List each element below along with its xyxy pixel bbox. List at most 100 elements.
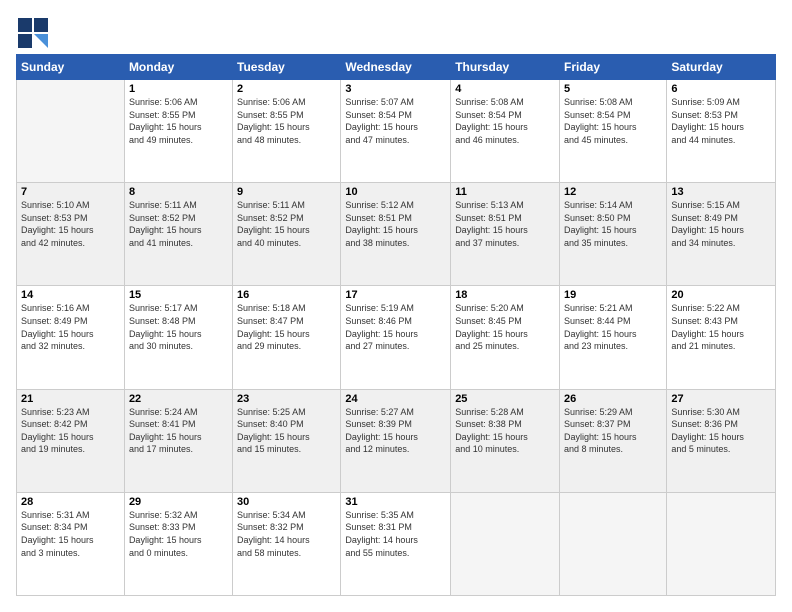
day-number: 29 — [129, 496, 228, 508]
calendar-day-cell: 8Sunrise: 5:11 AM Sunset: 8:52 PM Daylig… — [124, 183, 232, 286]
calendar-day-cell — [17, 80, 125, 183]
day-info: Sunrise: 5:16 AM Sunset: 8:49 PM Dayligh… — [21, 302, 120, 352]
day-info: Sunrise: 5:22 AM Sunset: 8:43 PM Dayligh… — [671, 302, 771, 352]
calendar-day-cell: 27Sunrise: 5:30 AM Sunset: 8:36 PM Dayli… — [667, 389, 776, 492]
day-number: 14 — [21, 289, 120, 301]
calendar-day-cell: 4Sunrise: 5:08 AM Sunset: 8:54 PM Daylig… — [451, 80, 560, 183]
day-number: 10 — [345, 186, 446, 198]
day-number: 31 — [345, 496, 446, 508]
calendar-day-cell: 24Sunrise: 5:27 AM Sunset: 8:39 PM Dayli… — [341, 389, 451, 492]
day-number: 19 — [564, 289, 662, 301]
day-number: 8 — [129, 186, 228, 198]
calendar-day-cell: 22Sunrise: 5:24 AM Sunset: 8:41 PM Dayli… — [124, 389, 232, 492]
weekday-header: Tuesday — [233, 55, 341, 80]
calendar-day-cell: 30Sunrise: 5:34 AM Sunset: 8:32 PM Dayli… — [233, 492, 341, 595]
calendar-day-cell: 17Sunrise: 5:19 AM Sunset: 8:46 PM Dayli… — [341, 286, 451, 389]
calendar-day-cell: 9Sunrise: 5:11 AM Sunset: 8:52 PM Daylig… — [233, 183, 341, 286]
calendar-week-row: 28Sunrise: 5:31 AM Sunset: 8:34 PM Dayli… — [17, 492, 776, 595]
day-info: Sunrise: 5:30 AM Sunset: 8:36 PM Dayligh… — [671, 406, 771, 456]
day-number: 5 — [564, 83, 662, 95]
logo-icon — [16, 16, 44, 44]
day-info: Sunrise: 5:27 AM Sunset: 8:39 PM Dayligh… — [345, 406, 446, 456]
day-info: Sunrise: 5:08 AM Sunset: 8:54 PM Dayligh… — [564, 96, 662, 146]
calendar-day-cell: 29Sunrise: 5:32 AM Sunset: 8:33 PM Dayli… — [124, 492, 232, 595]
weekday-header: Saturday — [667, 55, 776, 80]
weekday-header: Wednesday — [341, 55, 451, 80]
calendar-day-cell: 13Sunrise: 5:15 AM Sunset: 8:49 PM Dayli… — [667, 183, 776, 286]
day-info: Sunrise: 5:12 AM Sunset: 8:51 PM Dayligh… — [345, 199, 446, 249]
weekday-header: Sunday — [17, 55, 125, 80]
day-number: 24 — [345, 393, 446, 405]
calendar-day-cell — [560, 492, 667, 595]
day-number: 4 — [455, 83, 555, 95]
calendar-day-cell: 31Sunrise: 5:35 AM Sunset: 8:31 PM Dayli… — [341, 492, 451, 595]
day-info: Sunrise: 5:25 AM Sunset: 8:40 PM Dayligh… — [237, 406, 336, 456]
day-number: 26 — [564, 393, 662, 405]
calendar-day-cell: 7Sunrise: 5:10 AM Sunset: 8:53 PM Daylig… — [17, 183, 125, 286]
logo — [16, 16, 46, 44]
day-number: 18 — [455, 289, 555, 301]
calendar-week-row: 7Sunrise: 5:10 AM Sunset: 8:53 PM Daylig… — [17, 183, 776, 286]
day-info: Sunrise: 5:17 AM Sunset: 8:48 PM Dayligh… — [129, 302, 228, 352]
calendar-day-cell: 14Sunrise: 5:16 AM Sunset: 8:49 PM Dayli… — [17, 286, 125, 389]
calendar-day-cell: 25Sunrise: 5:28 AM Sunset: 8:38 PM Dayli… — [451, 389, 560, 492]
day-number: 11 — [455, 186, 555, 198]
day-number: 27 — [671, 393, 771, 405]
calendar-day-cell: 28Sunrise: 5:31 AM Sunset: 8:34 PM Dayli… — [17, 492, 125, 595]
calendar-day-cell: 23Sunrise: 5:25 AM Sunset: 8:40 PM Dayli… — [233, 389, 341, 492]
day-info: Sunrise: 5:15 AM Sunset: 8:49 PM Dayligh… — [671, 199, 771, 249]
day-number: 7 — [21, 186, 120, 198]
calendar-day-cell: 20Sunrise: 5:22 AM Sunset: 8:43 PM Dayli… — [667, 286, 776, 389]
day-info: Sunrise: 5:28 AM Sunset: 8:38 PM Dayligh… — [455, 406, 555, 456]
day-info: Sunrise: 5:09 AM Sunset: 8:53 PM Dayligh… — [671, 96, 771, 146]
day-number: 13 — [671, 186, 771, 198]
calendar-day-cell: 10Sunrise: 5:12 AM Sunset: 8:51 PM Dayli… — [341, 183, 451, 286]
day-info: Sunrise: 5:10 AM Sunset: 8:53 PM Dayligh… — [21, 199, 120, 249]
day-number: 6 — [671, 83, 771, 95]
page: SundayMondayTuesdayWednesdayThursdayFrid… — [0, 0, 792, 612]
day-number: 20 — [671, 289, 771, 301]
day-info: Sunrise: 5:07 AM Sunset: 8:54 PM Dayligh… — [345, 96, 446, 146]
day-number: 22 — [129, 393, 228, 405]
day-number: 17 — [345, 289, 446, 301]
day-number: 30 — [237, 496, 336, 508]
calendar-day-cell — [667, 492, 776, 595]
day-number: 1 — [129, 83, 228, 95]
day-info: Sunrise: 5:31 AM Sunset: 8:34 PM Dayligh… — [21, 509, 120, 559]
calendar-day-cell: 11Sunrise: 5:13 AM Sunset: 8:51 PM Dayli… — [451, 183, 560, 286]
day-info: Sunrise: 5:29 AM Sunset: 8:37 PM Dayligh… — [564, 406, 662, 456]
day-number: 25 — [455, 393, 555, 405]
header-row: SundayMondayTuesdayWednesdayThursdayFrid… — [17, 55, 776, 80]
day-number: 12 — [564, 186, 662, 198]
day-info: Sunrise: 5:20 AM Sunset: 8:45 PM Dayligh… — [455, 302, 555, 352]
weekday-header: Thursday — [451, 55, 560, 80]
header — [16, 16, 776, 44]
day-info: Sunrise: 5:18 AM Sunset: 8:47 PM Dayligh… — [237, 302, 336, 352]
day-info: Sunrise: 5:35 AM Sunset: 8:31 PM Dayligh… — [345, 509, 446, 559]
day-info: Sunrise: 5:06 AM Sunset: 8:55 PM Dayligh… — [129, 96, 228, 146]
day-number: 9 — [237, 186, 336, 198]
calendar-day-cell: 16Sunrise: 5:18 AM Sunset: 8:47 PM Dayli… — [233, 286, 341, 389]
calendar-day-cell — [451, 492, 560, 595]
calendar-day-cell: 3Sunrise: 5:07 AM Sunset: 8:54 PM Daylig… — [341, 80, 451, 183]
calendar-day-cell: 18Sunrise: 5:20 AM Sunset: 8:45 PM Dayli… — [451, 286, 560, 389]
calendar-day-cell: 12Sunrise: 5:14 AM Sunset: 8:50 PM Dayli… — [560, 183, 667, 286]
calendar-day-cell: 5Sunrise: 5:08 AM Sunset: 8:54 PM Daylig… — [560, 80, 667, 183]
day-info: Sunrise: 5:11 AM Sunset: 8:52 PM Dayligh… — [237, 199, 336, 249]
day-info: Sunrise: 5:13 AM Sunset: 8:51 PM Dayligh… — [455, 199, 555, 249]
day-number: 3 — [345, 83, 446, 95]
weekday-header: Monday — [124, 55, 232, 80]
calendar-day-cell: 21Sunrise: 5:23 AM Sunset: 8:42 PM Dayli… — [17, 389, 125, 492]
day-info: Sunrise: 5:34 AM Sunset: 8:32 PM Dayligh… — [237, 509, 336, 559]
day-number: 28 — [21, 496, 120, 508]
day-info: Sunrise: 5:24 AM Sunset: 8:41 PM Dayligh… — [129, 406, 228, 456]
day-info: Sunrise: 5:21 AM Sunset: 8:44 PM Dayligh… — [564, 302, 662, 352]
calendar-day-cell: 6Sunrise: 5:09 AM Sunset: 8:53 PM Daylig… — [667, 80, 776, 183]
calendar-day-cell: 26Sunrise: 5:29 AM Sunset: 8:37 PM Dayli… — [560, 389, 667, 492]
day-number: 23 — [237, 393, 336, 405]
calendar: SundayMondayTuesdayWednesdayThursdayFrid… — [16, 54, 776, 596]
day-info: Sunrise: 5:08 AM Sunset: 8:54 PM Dayligh… — [455, 96, 555, 146]
day-info: Sunrise: 5:06 AM Sunset: 8:55 PM Dayligh… — [237, 96, 336, 146]
day-info: Sunrise: 5:14 AM Sunset: 8:50 PM Dayligh… — [564, 199, 662, 249]
day-number: 21 — [21, 393, 120, 405]
